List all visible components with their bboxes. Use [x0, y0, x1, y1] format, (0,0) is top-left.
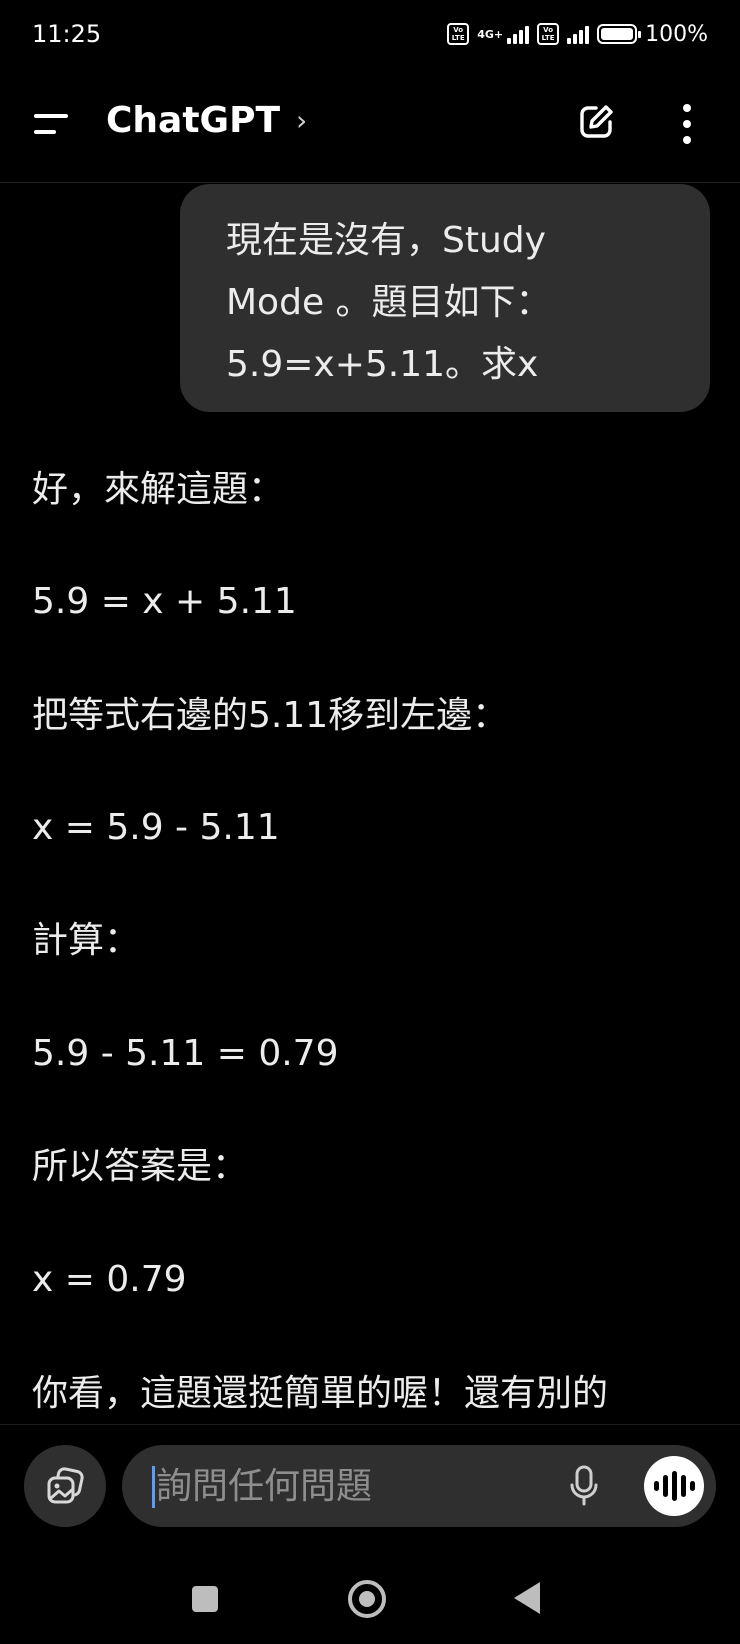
status-icons: Vo LTE 4G+ Vo LTE 100% — [447, 18, 708, 50]
attach-button[interactable] — [24, 1445, 106, 1527]
assistant-line: x = 0.79 — [32, 1259, 187, 1300]
message-input-container[interactable] — [122, 1445, 716, 1527]
voice-mode-button[interactable] — [644, 1456, 704, 1516]
system-nav-bar — [0, 1550, 740, 1644]
assistant-line: 5.9 = x + 5.11 — [32, 581, 297, 622]
assistant-line: x = 5.9 - 5.11 — [32, 807, 280, 848]
text-cursor — [152, 1466, 155, 1508]
menu-icon[interactable] — [34, 112, 70, 138]
recents-icon[interactable] — [192, 1586, 218, 1612]
user-message-line: 5.9=x+5.11。求x — [226, 344, 539, 385]
assistant-line: 5.9 - 5.11 = 0.79 — [32, 1033, 339, 1074]
assistant-line: 所以答案是： — [32, 1146, 249, 1187]
battery-fill — [601, 28, 634, 40]
assistant-line: 好，來解這題： — [32, 469, 285, 510]
status-time: 11:25 — [32, 20, 102, 48]
signal-sim1-icon — [507, 24, 530, 44]
app-title: ChatGPT — [106, 100, 281, 141]
user-message-line: 現在是沒有，Study — [226, 220, 546, 261]
network-type-label: 4G+ — [477, 27, 504, 41]
app-header: ChatGPT › — [0, 70, 740, 183]
assistant-line: 計算： — [32, 920, 141, 961]
assistant-line: 把等式右邊的5.11移到左邊： — [32, 695, 509, 736]
more-vertical-icon[interactable] — [672, 102, 702, 146]
voice-mode-icon — [653, 1471, 695, 1501]
attach-icon — [47, 1467, 84, 1504]
new-chat-icon[interactable] — [576, 102, 616, 142]
signal-sim2-icon — [567, 24, 590, 44]
battery-icon — [597, 24, 642, 44]
mic-icon[interactable] — [570, 1465, 598, 1507]
volte-sim1-icon: Vo LTE — [447, 23, 470, 45]
message-input[interactable] — [156, 1445, 536, 1527]
battery-percent: 100% — [645, 21, 708, 47]
user-message-bubble[interactable]: 現在是沒有，Study Mode 。題目如下： 5.9=x+5.11。求x — [180, 184, 710, 412]
chevron-right-icon: › — [296, 104, 308, 137]
composer — [0, 1424, 740, 1535]
assistant-line: 你看，這題還挺簡單的喔！還有別的 — [32, 1373, 609, 1414]
status-bar: 11:25 Vo LTE 4G+ Vo LTE 100% — [0, 0, 740, 70]
user-message-line: Mode 。題目如下： — [226, 282, 552, 323]
model-selector[interactable]: ChatGPT › — [106, 100, 307, 141]
volte-sim2-icon: Vo LTE — [537, 23, 560, 45]
home-icon[interactable] — [348, 1580, 386, 1618]
back-icon[interactable] — [514, 1582, 540, 1614]
